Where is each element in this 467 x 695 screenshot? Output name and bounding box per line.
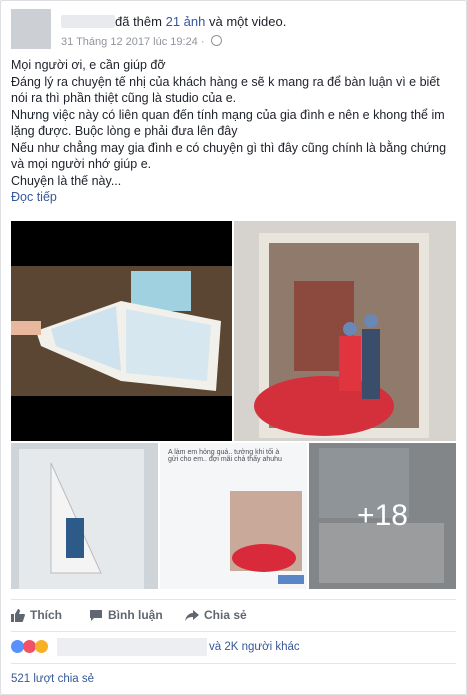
post-line: Chuyện là thế này... — [11, 173, 122, 188]
photo-album-book[interactable] — [11, 221, 232, 441]
like-button[interactable]: Thích — [11, 608, 62, 622]
post-line: Đáng lý ra chuyện tế nhị của khách hàng … — [11, 74, 440, 106]
header-suffix: và một video. — [209, 14, 287, 29]
sailboat-photo-art — [19, 449, 144, 589]
read-more-link[interactable]: Đọc tiếp — [11, 189, 459, 206]
photo-frame-sailboat[interactable] — [11, 443, 158, 589]
photo-chat-screenshot[interactable]: A làm em hỏng quá.. tưởng khi tối à gửi … — [160, 443, 307, 589]
reactor-names-redacted — [57, 638, 207, 656]
shares-count[interactable]: 521 lượt chia sẻ — [11, 673, 94, 685]
post-header: đã thêm 21 ảnh và một video. 31 Tháng 12… — [11, 9, 451, 53]
share-button[interactable]: Chia sẻ — [185, 608, 247, 622]
share-icon — [185, 610, 199, 621]
photo-framed-couple[interactable] — [234, 221, 456, 441]
like-label: Thích — [30, 608, 62, 622]
post-timestamp[interactable]: 31 Tháng 12 2017 lúc 19:24 · — [61, 36, 205, 48]
share-label: Chia sẻ — [204, 608, 247, 622]
chat-photo-art — [230, 491, 304, 584]
like-icon — [11, 609, 25, 622]
author-name-redacted[interactable] — [61, 15, 115, 28]
avatar[interactable] — [11, 9, 51, 49]
post-line: Nhưng việc này có liên quan đến tính mạn… — [11, 107, 445, 139]
shares-bar: 521 lượt chia sẻ — [11, 663, 456, 694]
comment-icon — [90, 610, 102, 621]
post-body: Mọi người ơi, e cần giúp đỡ Đáng lý ra c… — [11, 57, 459, 206]
post-line: Mọi người ơi, e cần giúp đỡ — [11, 58, 166, 72]
post-timestamp-row: 31 Tháng 12 2017 lúc 19:24 · — [61, 35, 222, 48]
more-photos-overlay[interactable]: +18 — [309, 443, 456, 589]
reactions-bar[interactable]: và 2K người khác — [11, 631, 456, 662]
photo-grid: A làm em hỏng quá.. tưởng khi tối à gửi … — [11, 221, 456, 591]
post-card: đã thêm 21 ảnh và một video. 31 Tháng 12… — [0, 0, 467, 695]
album-photo-art — [11, 266, 232, 396]
framed-photo-art — [254, 233, 429, 438]
header-prefix: đã thêm — [115, 14, 162, 29]
post-line: Nếu như chẳng may gia đình e có chuyện g… — [11, 140, 447, 172]
photo-more[interactable]: +18 — [309, 443, 456, 589]
photos-link[interactable]: 21 ảnh — [166, 14, 206, 29]
reactions-others-text[interactable]: và 2K người khác — [209, 641, 300, 653]
globe-icon — [210, 35, 222, 46]
post-action-bar: Thích Bình luận Chia sẻ — [11, 599, 456, 630]
sad-reaction-icon — [35, 640, 48, 653]
comment-button[interactable]: Bình luận — [89, 608, 163, 622]
post-header-text: đã thêm 21 ảnh và một video. — [115, 14, 286, 29]
comment-label: Bình luận — [108, 608, 163, 622]
